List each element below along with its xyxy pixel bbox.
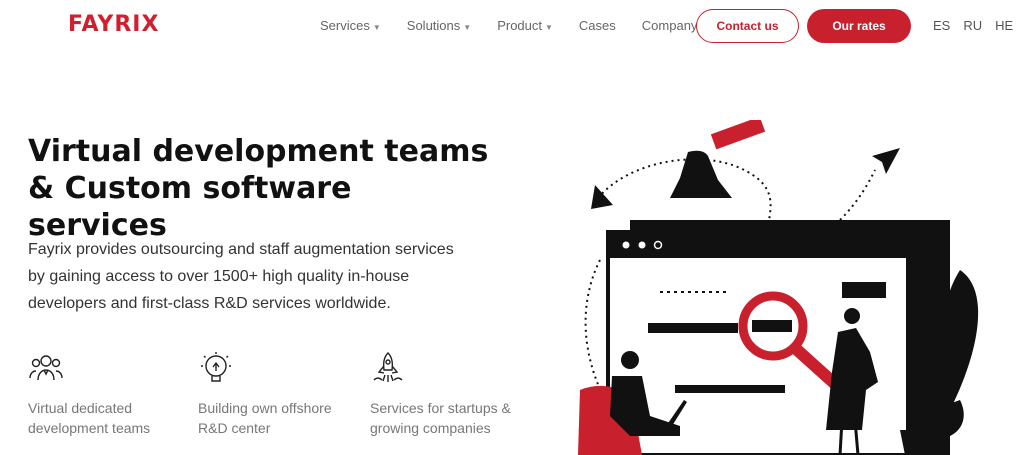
nav-company-label: Company [641, 18, 698, 33]
nav-cases[interactable]: Cases [579, 18, 616, 33]
hero-description: Fayrix provides outsourcing and staff au… [28, 241, 454, 312]
content-bar [675, 385, 785, 393]
nav-product[interactable]: Product ▼ [497, 18, 553, 33]
browser-titlebar [608, 232, 908, 258]
caret-down-icon: ▼ [372, 23, 381, 32]
plant-pot [900, 430, 940, 455]
rocket-icon [373, 352, 403, 382]
feature-line: Virtual dedicated [28, 400, 133, 416]
caret-down-icon: ▼ [545, 23, 553, 32]
feature-line: R&D center [198, 420, 271, 436]
man-head [621, 351, 639, 369]
feature-line: Building own offshore [198, 400, 332, 416]
woman-head [690, 152, 706, 168]
hero-title-line1: Virtual development teams [28, 134, 489, 169]
feature-startups-text: Services for startups & growing companie… [370, 398, 520, 438]
leg [838, 419, 844, 455]
feature-virtual-teams[interactable]: Virtual dedicated development teams [28, 350, 178, 438]
lightbulb-icon [201, 352, 231, 382]
contact-us-button[interactable]: Contact us [696, 9, 799, 43]
nav-solutions[interactable]: Solutions ▼ [407, 18, 471, 33]
hero-title: Virtual development teams & Custom softw… [28, 133, 498, 244]
team-icon [29, 355, 63, 381]
nav-cases-label: Cases [578, 18, 616, 33]
feature-virtual-teams-text: Virtual dedicated development teams [28, 398, 178, 438]
fayrix-logo[interactable]: FAYRIX [68, 12, 159, 37]
window-dot [638, 241, 646, 249]
feature-line: Services for startups & [370, 400, 511, 416]
feature-line: development teams [28, 420, 151, 436]
standing-woman-head [844, 308, 860, 324]
window-dot [622, 241, 630, 249]
content-bar [648, 323, 738, 333]
content-block [842, 282, 886, 298]
telescope [710, 120, 766, 150]
nav-services-label: Services [320, 18, 370, 33]
page: FAYRIX Services ▼ Solutions ▼ Product ▼ Cas… [0, 0, 1024, 455]
feature-offshore-center-text: Building own offshore R&D center [198, 398, 348, 438]
content-bar [752, 320, 792, 332]
feature-startups[interactable]: Services for startups & growing companie… [370, 350, 520, 438]
lang-es[interactable]: ES [933, 18, 950, 33]
feature-line: growing companies [370, 420, 491, 436]
nav-services[interactable]: Services ▼ [320, 18, 381, 33]
our-rates-button[interactable]: Our rates [807, 9, 911, 43]
lang-he[interactable]: HE [995, 18, 1013, 33]
nav-product-label: Product [497, 18, 542, 33]
main-nav: Services ▼ Solutions ▼ Product ▼ Cases Comp… [320, 18, 734, 33]
dotted-path [839, 169, 876, 221]
nav-solutions-label: Solutions [406, 18, 461, 33]
hero-title-line2: & Custom software services [28, 171, 352, 243]
hero-illustration [578, 120, 979, 455]
paper-plane-icon [591, 185, 613, 209]
dotted-path [584, 259, 606, 401]
language-switcher: ES RU HE [933, 18, 1024, 33]
paper-plane-icon [872, 148, 900, 174]
feature-offshore-center[interactable]: Building own offshore R&D center [198, 350, 348, 438]
caret-down-icon: ▼ [463, 23, 472, 32]
lang-ru[interactable]: RU [963, 18, 982, 33]
